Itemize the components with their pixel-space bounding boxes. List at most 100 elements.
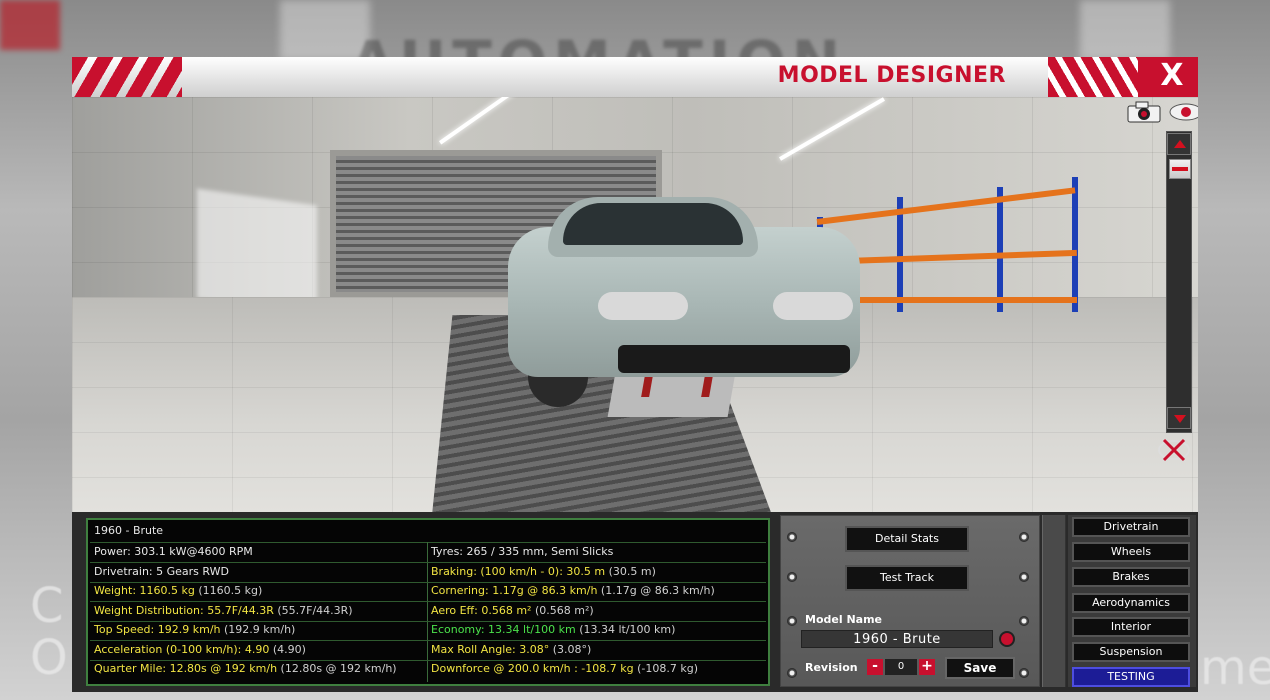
stats-header: 1960 - Brute	[94, 524, 164, 537]
stat-row-left: Weight Distribution: 55.7F/44.3R (55.7F/…	[94, 604, 353, 617]
stat-row-right: Downforce @ 200.0 km/h : -108.7 kg (-108…	[431, 662, 698, 675]
stat-value: Aero Eff: 0.568 m²	[431, 604, 532, 617]
stat-value: Power: 303.1 kW@4600 RPM	[94, 545, 253, 558]
stat-row-left: Power: 303.1 kW@4600 RPM	[94, 545, 253, 558]
bolt-icon	[787, 668, 797, 678]
stat-value: Weight: 1160.5 kg	[94, 584, 195, 597]
stat-baseline: (4.90)	[269, 643, 306, 656]
test-track-button[interactable]: Test Track	[845, 565, 969, 591]
zoom-scroll-thumb[interactable]	[1169, 159, 1191, 179]
nav-testing-button[interactable]: TESTING	[1072, 667, 1190, 687]
stat-row-right: Economy: 13.34 lt/100 km (13.34 lt/100 k…	[431, 623, 675, 636]
revision-increment-button[interactable]: +	[919, 659, 935, 675]
stat-value: Acceleration (0-100 km/h): 4.90	[94, 643, 270, 656]
stat-baseline: (1160.5 kg)	[194, 584, 263, 597]
nav-brakes-button[interactable]: Brakes	[1072, 567, 1190, 587]
stat-row-right: Aero Eff: 0.568 m² (0.568 m²)	[431, 604, 594, 617]
stat-baseline: (-108.7 kg)	[633, 662, 699, 675]
bolt-icon	[1019, 572, 1029, 582]
detail-stats-button[interactable]: Detail Stats	[845, 526, 969, 552]
bolt-icon	[1019, 668, 1029, 678]
stat-row-left: Top Speed: 192.9 km/h (192.9 km/h)	[94, 623, 295, 636]
stat-baseline: (0.568 m²)	[531, 604, 594, 617]
window-title: MODEL DESIGNER	[777, 63, 1006, 88]
stats-divider	[90, 640, 766, 641]
stat-row-left: Acceleration (0-100 km/h): 4.90 (4.90)	[94, 643, 306, 656]
stat-row-left: Weight: 1160.5 kg (1160.5 kg)	[94, 584, 262, 597]
model-color-icon[interactable]	[999, 631, 1015, 647]
stat-baseline: (55.7F/44.3R)	[273, 604, 353, 617]
designer-nav: Drivetrain Wheels Brakes Aerodynamics In…	[1068, 515, 1196, 687]
stat-baseline: (3.08°)	[549, 643, 592, 656]
stat-row-left: Drivetrain: 5 Gears RWD	[94, 565, 229, 578]
background-window	[1080, 0, 1170, 60]
stat-value: Max Roll Angle: 3.08°	[431, 643, 550, 656]
stats-divider	[90, 562, 766, 563]
nav-suspension-button[interactable]: Suspension	[1072, 642, 1190, 662]
car-headlamp	[773, 292, 853, 320]
eye-icon[interactable]	[1168, 101, 1198, 123]
revision-label: Revision	[805, 661, 858, 674]
nav-drivetrain-button[interactable]: Drivetrain	[1072, 517, 1190, 537]
zoom-up-button[interactable]	[1167, 133, 1191, 155]
stats-divider	[427, 542, 428, 682]
actions-panel: Detail Stats Test Track Model Name 1960 …	[780, 515, 1040, 687]
car-grille	[618, 345, 850, 373]
revision-value: 0	[885, 659, 917, 675]
stats-divider	[90, 660, 766, 661]
bolt-icon	[1019, 616, 1029, 626]
model-name-label: Model Name	[805, 613, 882, 626]
bolt-icon	[787, 616, 797, 626]
nav-interior-button[interactable]: Interior	[1072, 617, 1190, 637]
stat-baseline: (30.5 m)	[605, 565, 656, 578]
background-side-text: me	[1200, 640, 1270, 696]
close-button[interactable]: X	[1154, 58, 1190, 94]
car-model[interactable]	[508, 197, 863, 407]
panel-separator	[1042, 515, 1066, 687]
camera-icon[interactable]	[1126, 101, 1162, 123]
stats-divider	[90, 621, 766, 622]
model-name-field[interactable]: 1960 - Brute	[801, 630, 993, 648]
viewport-toolbar	[1118, 97, 1198, 512]
stat-value: Weight Distribution: 55.7F/44.3R	[94, 604, 274, 617]
stat-baseline: (192.9 km/h)	[220, 623, 296, 636]
bolt-icon	[1019, 532, 1029, 542]
nav-wheels-button[interactable]: Wheels	[1072, 542, 1190, 562]
stats-divider	[90, 582, 766, 583]
stats-panel: 1960 - Brute Power: 303.1 kW@4600 RPM Dri…	[86, 518, 770, 686]
stat-value: Top Speed: 192.9 km/h	[94, 623, 221, 636]
zoom-down-button[interactable]	[1167, 407, 1191, 429]
stat-row-right: Max Roll Angle: 3.08° (3.08°)	[431, 643, 591, 656]
stat-value: Economy: 13.34 lt/100 km	[431, 623, 576, 636]
background-side-text: C O	[30, 578, 68, 686]
car-3d-viewport[interactable]	[72, 97, 1198, 512]
bottom-panel: 1960 - Brute Power: 303.1 kW@4600 RPM Dri…	[72, 512, 1198, 692]
bolt-icon	[787, 572, 797, 582]
titlebar-stripes	[72, 57, 182, 97]
save-button[interactable]: Save	[945, 657, 1015, 679]
stat-value: Quarter Mile: 12.80s @ 192 km/h	[94, 662, 278, 675]
stats-divider	[90, 601, 766, 602]
nav-aerodynamics-button[interactable]: Aerodynamics	[1072, 593, 1190, 613]
stat-value: Tyres: 265 / 335 mm, Semi Slicks	[431, 545, 614, 558]
revision-decrement-button[interactable]: -	[867, 659, 883, 675]
car-headlamp	[598, 292, 688, 320]
stat-row-right: Braking: (100 km/h - 0): 30.5 m (30.5 m)	[431, 565, 656, 578]
stat-row-right: Tyres: 265 / 335 mm, Semi Slicks	[431, 545, 613, 558]
stat-baseline: (1.17g @ 86.3 km/h)	[597, 584, 715, 597]
stat-value: Braking: (100 km/h - 0): 30.5 m	[431, 565, 606, 578]
stats-divider	[90, 542, 766, 543]
bolt-icon	[787, 532, 797, 542]
titlebar: MODEL DESIGNER X	[72, 57, 1198, 97]
stat-row-right: Cornering: 1.17g @ 86.3 km/h (1.17g @ 86…	[431, 584, 715, 597]
model-designer-window: MODEL DESIGNER X 1960 - Brute Power: 303…	[72, 57, 1198, 692]
stat-row-left: Quarter Mile: 12.80s @ 192 km/h (12.80s …	[94, 662, 397, 675]
background-flag	[0, 0, 60, 50]
stat-baseline: (12.80s @ 192 km/h)	[277, 662, 397, 675]
stat-value: Downforce @ 200.0 km/h : -108.7 kg	[431, 662, 634, 675]
stat-value: Drivetrain: 5 Gears RWD	[94, 565, 229, 578]
stat-value: Cornering: 1.17g @ 86.3 km/h	[431, 584, 598, 597]
rotate-icon[interactable]	[1156, 435, 1192, 465]
car-windshield	[563, 203, 743, 245]
stat-baseline: (13.34 lt/100 km)	[575, 623, 676, 636]
